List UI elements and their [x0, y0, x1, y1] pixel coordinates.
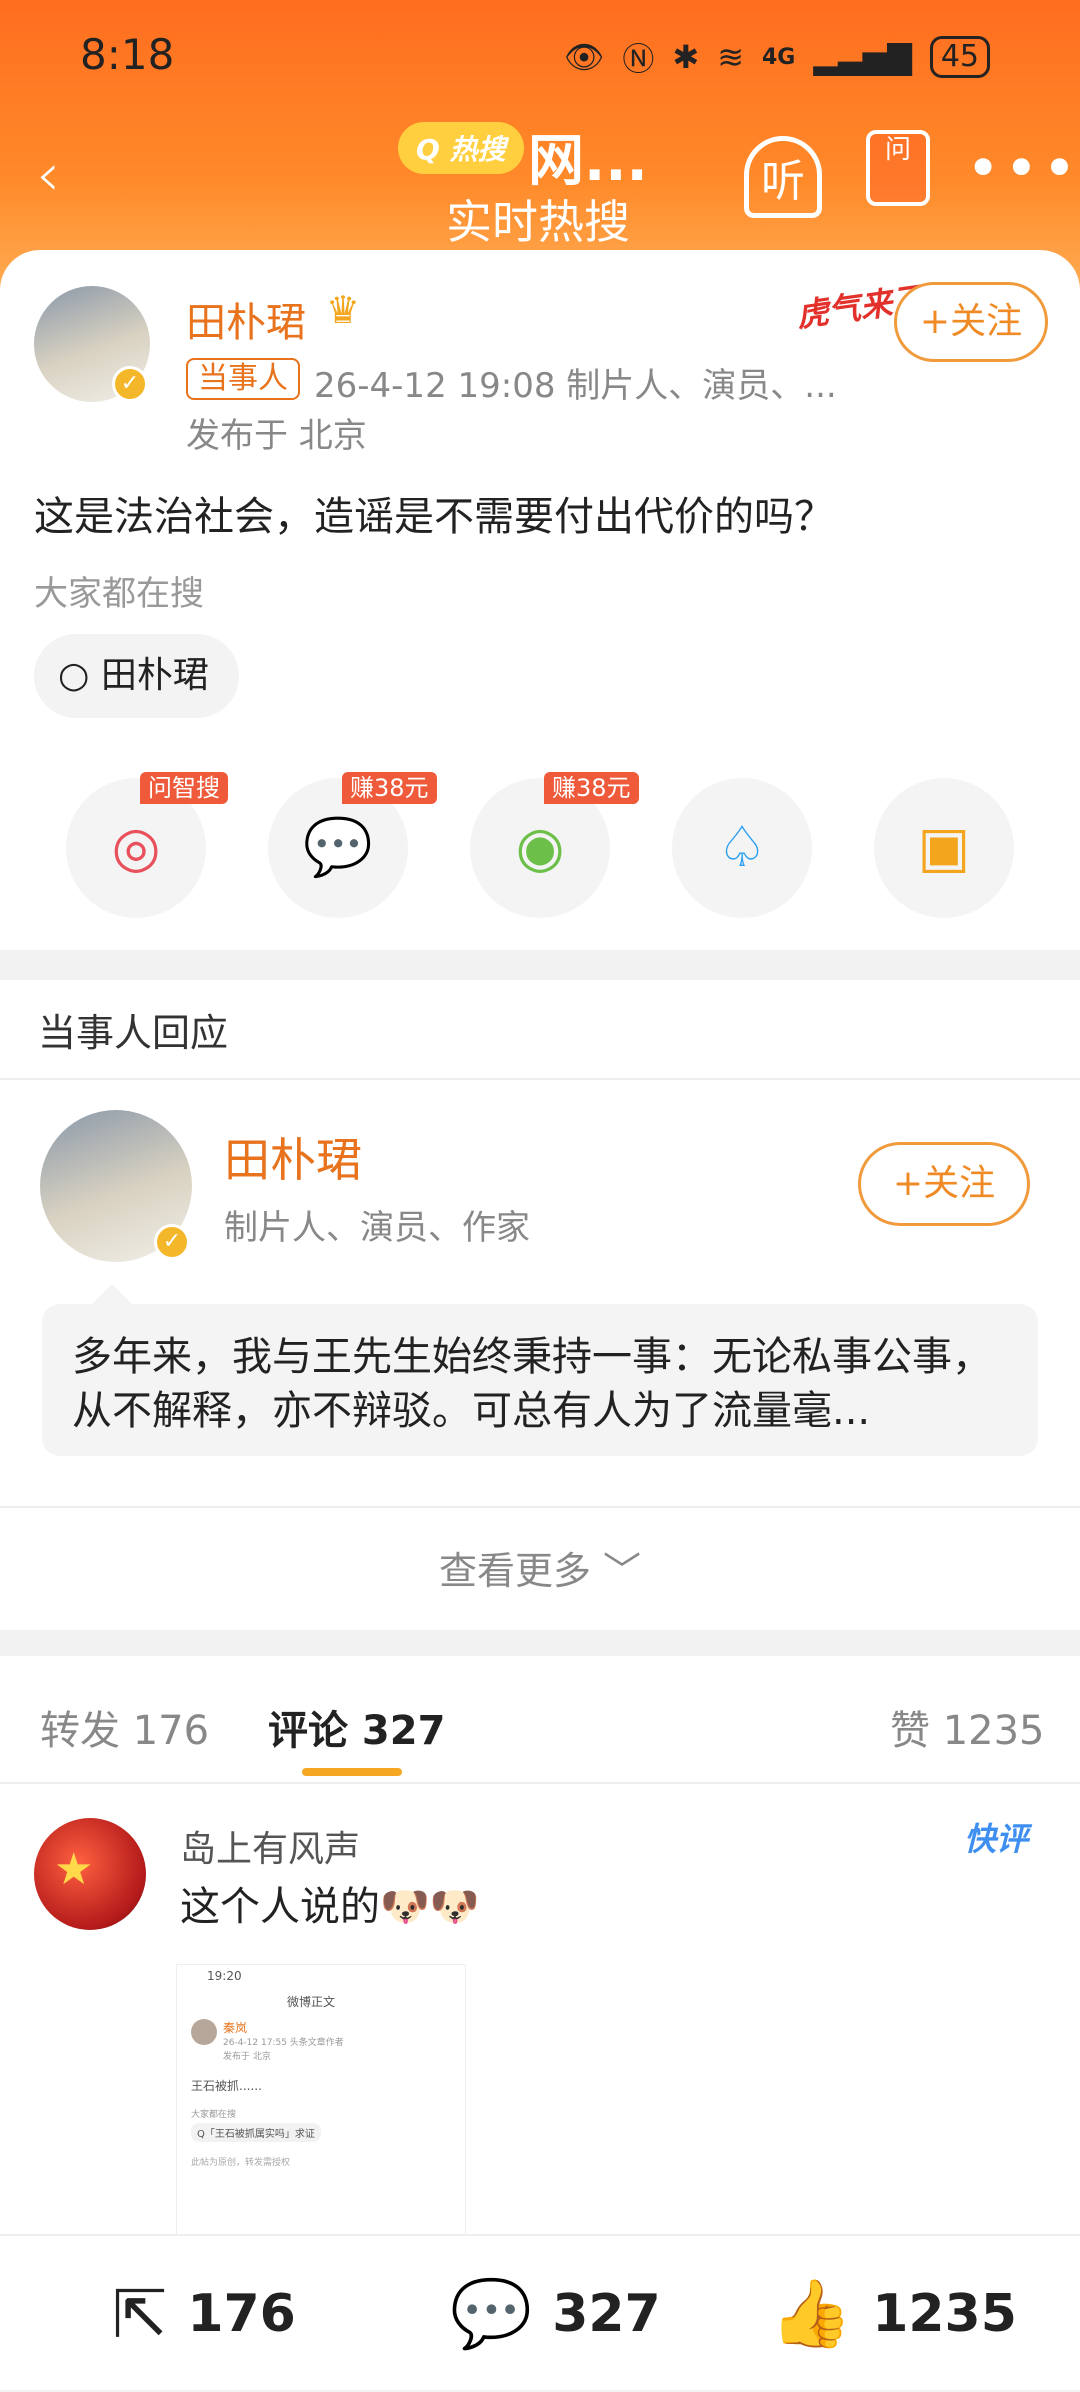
- crown-icon: ♛: [326, 288, 361, 332]
- wifi-icon: ≋: [717, 38, 744, 76]
- listen-button[interactable]: 听: [744, 136, 822, 218]
- save-image-icon: ▣: [917, 815, 971, 880]
- status-time: 8:18: [80, 30, 175, 79]
- share-tag: 问智搜: [140, 772, 228, 804]
- search-chip[interactable]: ○ 田朴珺: [34, 634, 239, 718]
- commenter-avatar[interactable]: ★: [34, 1818, 146, 1930]
- post-card: ✓ 田朴珺 ♛ 当事人 26-4-12 19:08 制片人、演员、... 发布于…: [0, 250, 1080, 950]
- share-row: ◎ 问智搜 💬 赚38元 ◉ 赚38元 ♤ ▣: [0, 772, 1080, 918]
- share-ai-search[interactable]: ◎ 问智搜: [66, 772, 228, 918]
- divider: [0, 1078, 1080, 1080]
- thumb-meta: 26-4-12 17:55 头条文章作者: [223, 2038, 344, 2048]
- thumbs-up-icon: 👍: [770, 2275, 853, 2352]
- back-button[interactable]: ‹: [36, 140, 60, 210]
- battery-icon: 45: [929, 36, 990, 78]
- verified-icon: ✓: [112, 366, 148, 402]
- comments-section: 转发 176 评论 327 赞 1235 ★ 岛上有风声 快评 这个人说的🐶🐶 …: [0, 1656, 1080, 2236]
- follow-button[interactable]: +关注: [858, 1142, 1030, 1226]
- thumb-footer: 此帖为原创，转发需授权: [191, 2158, 291, 2168]
- thumb-location: 发布于 北京: [223, 2052, 271, 2062]
- response-quote[interactable]: 多年来，我与王先生始终秉持一事：无论私事公事，从不解释，亦不辩驳。可总有人为了流…: [42, 1284, 1038, 1456]
- wechat-icon: 💬: [303, 815, 373, 880]
- post-location: 发布于 北京: [186, 416, 367, 456]
- status-bar: 8:18 👁 Ⓝ ✱ ≋ 4G ▂▃▅▇ 45: [0, 30, 1080, 80]
- thumb-name: 秦岚: [223, 2021, 248, 2035]
- comment-count: 327: [552, 2284, 661, 2344]
- signal-bars-icon: ▂▃▅▇: [813, 38, 912, 76]
- bluetooth-icon: ✱: [672, 38, 700, 76]
- qq-icon: ♤: [716, 815, 768, 880]
- moments-icon: ◉: [515, 815, 565, 880]
- share-icon: ⇱: [112, 2275, 168, 2353]
- share-wechat[interactable]: 💬 赚38元: [268, 772, 437, 918]
- tab-indicator: [302, 1768, 402, 1776]
- responder-name[interactable]: 田朴珺: [224, 1124, 362, 1190]
- thumb-search-hint: 大家都在搜: [191, 2110, 237, 2120]
- post-meta: 26-4-12 19:08 制片人、演员、...: [314, 366, 837, 406]
- follow-button[interactable]: +关注: [894, 282, 1048, 362]
- commenter-name[interactable]: 岛上有风声: [180, 1820, 360, 1872]
- author-name[interactable]: 田朴珺: [186, 290, 306, 348]
- hot-search-badge[interactable]: Q 热搜: [398, 122, 524, 174]
- search-icon: Q: [416, 133, 450, 166]
- search-hint: 大家都在搜: [34, 574, 204, 614]
- tab-comments[interactable]: 评论 327: [268, 1698, 445, 1756]
- divider: [0, 1506, 1080, 1508]
- repost-count: 176: [187, 2284, 296, 2344]
- more-button[interactable]: •••: [966, 134, 1080, 202]
- thumb-chip: Q「王石被抓属实吗」求证: [191, 2123, 321, 2142]
- ai-search-icon: ◎: [111, 815, 161, 880]
- thumb-time: 19:20: [207, 1969, 242, 1983]
- quick-comment-badge: 快评: [964, 1820, 1029, 1858]
- role-tag: 当事人: [186, 358, 300, 400]
- like-count: 1235: [872, 2284, 1017, 2344]
- repost-button[interactable]: ⇱ 176: [112, 2236, 296, 2392]
- comment-icon: 💬: [450, 2275, 533, 2352]
- page-title: 网...: [528, 129, 648, 194]
- bottom-action-bar: ⇱ 176 💬 327 👍 1235: [0, 2234, 1080, 2390]
- comment-button[interactable]: 💬 327: [450, 2236, 661, 2392]
- share-moments[interactable]: ◉ 赚38元: [470, 772, 639, 918]
- responder-role: 制片人、演员、作家: [224, 1208, 530, 1248]
- comment-image[interactable]: 19:20 微博正文 秦岚 26-4-12 17:55 头条文章作者 发布于 北…: [176, 1964, 466, 2236]
- page-subtitle: 实时热搜: [446, 195, 630, 249]
- nfc-icon: Ⓝ: [622, 40, 655, 78]
- thumb-avatar: [191, 2019, 217, 2045]
- tab-reposts[interactable]: 转发 176: [40, 1698, 209, 1756]
- tab-likes[interactable]: 赞 1235: [890, 1698, 1045, 1756]
- thumb-title: 微博正文: [287, 1995, 336, 2009]
- eye-icon: 👁: [563, 38, 605, 76]
- nav-bar: ‹ Q 热搜 网... 实时热搜 听 问 •••: [0, 120, 1080, 249]
- like-button[interactable]: 👍 1235: [770, 2236, 1017, 2392]
- share-tag: 赚38元: [342, 772, 437, 804]
- view-more-button[interactable]: 查看更多 ﹀: [0, 1540, 1080, 1595]
- ask-button[interactable]: 问: [866, 130, 930, 206]
- divider: [0, 1782, 1080, 1784]
- signal-label: 4G: [762, 44, 796, 70]
- share-save-image[interactable]: ▣: [874, 778, 1014, 918]
- verified-icon: ✓: [154, 1224, 190, 1260]
- post-text: 这是法治社会，造谣是不需要付出代价的吗？: [34, 494, 834, 540]
- section-title: 当事人回应: [38, 1011, 229, 1055]
- star-icon: ★: [54, 1844, 94, 1895]
- hot-search-label: 热搜: [449, 133, 506, 166]
- share-tag: 赚38元: [544, 772, 639, 804]
- response-card: 当事人回应 ✓ 田朴珺 制片人、演员、作家 +关注 多年来，我与王先生始终秉持一…: [0, 980, 1080, 1630]
- thumb-text: 王石被抓......: [191, 2079, 262, 2093]
- share-qq[interactable]: ♤: [672, 778, 812, 918]
- comment-text: 这个人说的🐶🐶: [180, 1884, 480, 1930]
- search-chip-label: 田朴珺: [100, 655, 209, 696]
- search-icon: ○: [58, 655, 101, 696]
- status-icons: 👁 Ⓝ ✱ ≋ 4G ▂▃▅▇ 45: [564, 34, 990, 80]
